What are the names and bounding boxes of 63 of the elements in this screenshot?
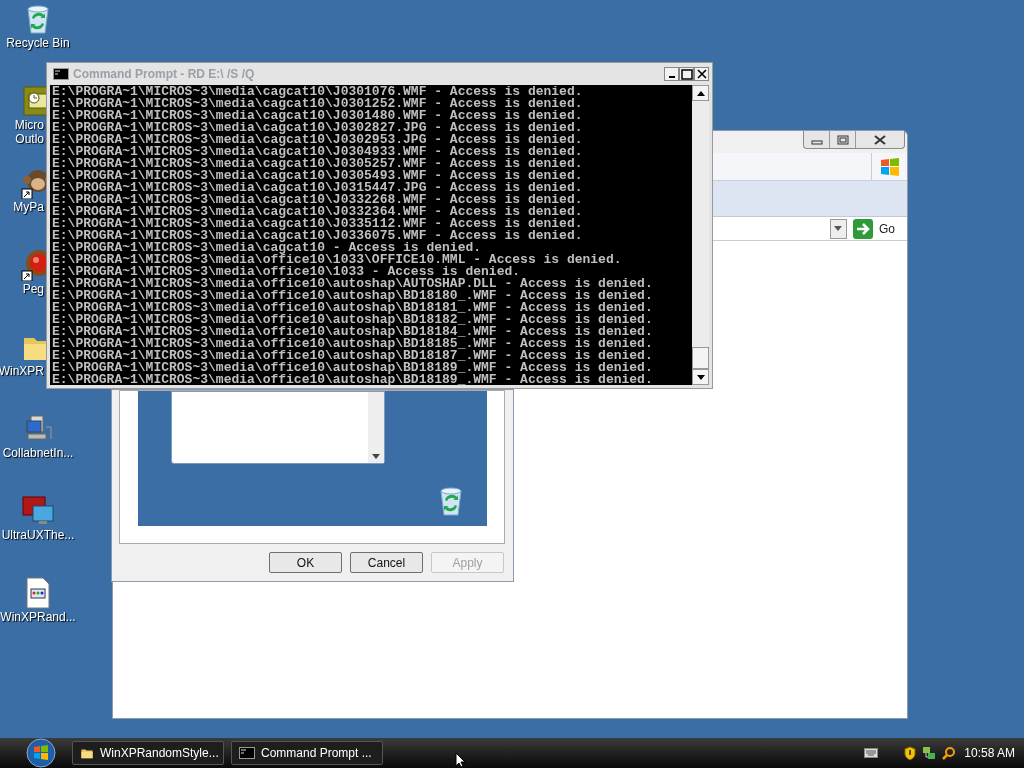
shield-icon[interactable]	[904, 746, 917, 760]
close-icon	[696, 69, 707, 79]
scroll-down-button[interactable]	[692, 369, 709, 385]
console-line: E:\PROGRA~1\MICROS~3\media\cagcat10\J0305493.WMF - Access is denied.	[52, 170, 584, 182]
console-line: E:\PROGRA~1\MICROS~3\media\cagcat10\J0302827.JPG - Access is denied.	[52, 122, 584, 134]
maximize-button[interactable]	[679, 67, 694, 81]
dialog-button[interactable]: Cancel	[350, 552, 423, 573]
scroll-thumb[interactable]	[692, 347, 709, 369]
caret-up-icon	[696, 90, 705, 96]
console-icon	[239, 747, 255, 759]
keyboard-icon[interactable]	[864, 748, 879, 758]
console-line: E:\PROGRA~1\MICROS~3\media\cagcat10\J0305257.WMF - Access is denied.	[52, 158, 584, 170]
console-line: E:\PROGRA~1\MICROS~3\media\office10\autoshap\BD18181_.WMF - Access is denied.	[52, 302, 654, 314]
dialog-button[interactable]: OK	[269, 552, 342, 573]
icon-label[interactable]: Micro	[0, 118, 44, 132]
console-line: E:\PROGRA~1\MICROS~3\media\office10\autoshap\BD18189_.WMF - Access is denied.	[52, 362, 654, 374]
search-icon[interactable]	[942, 746, 957, 760]
console-line: E:\PROGRA~1\MICROS~3\media\office10\autoshap\BD18187_.WMF - Access is denied.	[52, 350, 654, 362]
icon-label[interactable]: UltraUXThe...	[1, 528, 75, 542]
network-icon[interactable]	[922, 746, 937, 760]
caret-down-icon	[696, 374, 705, 380]
console-line: E:\PROGRA~1\MICROS~3\media\cagcat10\J0332364.WMF - Access is denied.	[52, 206, 584, 218]
close-icon	[873, 134, 887, 145]
console-line: E:\PROGRA~1\MICROS~3\media\office10\1033\OFFICE10.MML - Access is denied.	[52, 254, 623, 266]
clock[interactable]: 10:58 AM	[964, 744, 1015, 762]
console-line: E:\PROGRA~1\MICROS~3\media\cagcat10\J0301252.WMF - Access is denied.	[52, 98, 584, 110]
console-line: E:\PROGRA~1\MICROS~3\media\office10\autoshap\BD18184_.WMF - Access is denied.	[52, 326, 654, 338]
minimize-icon	[668, 76, 675, 78]
icon-label[interactable]: Outlo	[0, 132, 44, 146]
console-line: E:\PROGRA~1\MICROS~3\media\office10\autoshap\BD18180_.WMF - Access is denied.	[52, 290, 654, 302]
caret-icon	[372, 454, 380, 459]
close-button[interactable]	[694, 67, 709, 81]
mouse-cursor-icon	[455, 752, 467, 768]
console-line: E:\PROGRA~1\MICROS~3\media\cagcat10\J0332268.WMF - Access is denied.	[52, 194, 584, 206]
taskbar-button[interactable]: WinXPRandomStyle...	[72, 741, 224, 765]
console-line: E:\PROGRA~1\MICROS~3\media\office10\autoshap\AUTOSHAP.DLL - Access is denied.	[52, 278, 654, 290]
icon-label[interactable]: Recycle Bin	[6, 36, 70, 50]
console-line: E:\PROGRA~1\MICROS~3\media\office10\1033 - Access is denied.	[52, 266, 521, 278]
icon-label[interactable]: MyPa	[0, 200, 44, 214]
maximize-icon	[836, 134, 849, 145]
console-line: E:\PROGRA~1\MICROS~3\media\cagcat10\J0304933.WMF - Access is denied.	[52, 146, 584, 158]
console-line: E:\PROGRA~1\MICROS~3\media\cagcat10\J0302953.JPG - Access is denied.	[52, 134, 584, 146]
icon-label[interactable]: Peg	[0, 282, 44, 296]
console-line: E:\PROGRA~1\MICROS~3\media\cagcat10\J0335112.WMF - Access is denied.	[52, 218, 584, 230]
icon-label[interactable]: WinXPRand...	[0, 610, 76, 624]
minimize-button[interactable]	[664, 67, 679, 81]
console-icon	[53, 68, 69, 80]
console-line: E:\PROGRA~1\MICROS~3\media\office10\autoshap\BD18189_.WMF - Access is denied.	[52, 374, 654, 385]
console-line: E:\PROGRA~1\MICROS~3\media\office10\autoshap\BD18185_.WMF - Access is denied.	[52, 338, 654, 350]
folder-icon	[80, 747, 94, 759]
console-line: E:\PROGRA~1\MICROS~3\media\cagcat10 - Access is denied.	[52, 242, 483, 254]
taskbar-button[interactable]: Command Prompt ...	[231, 741, 383, 765]
window-title: Command Prompt - RD E:\ /S /Q	[73, 66, 256, 83]
console-line: E:\PROGRA~1\MICROS~3\media\cagcat10\J0315447.JPG - Access is denied.	[52, 182, 584, 194]
console-line: E:\PROGRA~1\MICROS~3\media\cagcat10\J0301480.WMF - Access is denied.	[52, 110, 584, 122]
maximize-icon	[680, 68, 693, 80]
scroll-up-button[interactable]	[692, 85, 709, 101]
console-line: E:\PROGRA~1\MICROS~3\media\office10\autoshap\BD18182_.WMF - Access is denied.	[52, 314, 654, 326]
go-button[interactable]: Go	[851, 218, 897, 239]
document-icon	[24, 576, 52, 610]
icon-label[interactable]: CollabnetIn...	[2, 446, 74, 460]
console-line: E:\PROGRA~1\MICROS~3\media\cagcat10\J0301076.WMF - Access is denied.	[52, 86, 584, 98]
console-line: E:\PROGRA~1\MICROS~3\media\cagcat10\J0336075.WMF - Access is denied.	[52, 230, 584, 242]
